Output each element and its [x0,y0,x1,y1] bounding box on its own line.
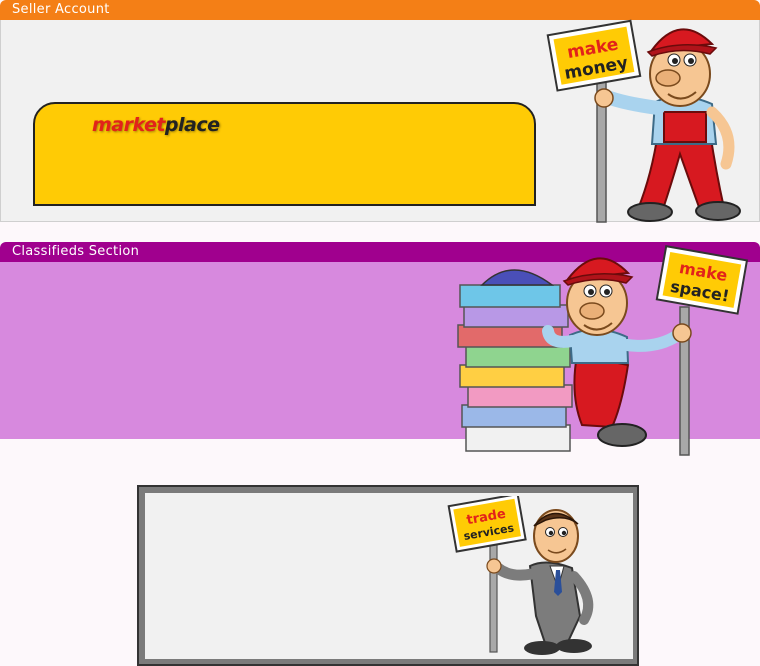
marketplace-logo[interactable]: marketplace [92,114,220,136]
businessman-trade-illustration: trade services [447,496,594,655]
marketplace-logo-place: place [164,114,220,136]
trade-services-sign: trade services [447,496,527,553]
sign-pole [489,535,498,653]
marketplace-logo-market: market [92,114,165,136]
mechanic-money-illustration: make money [546,19,741,223]
magazine-stack [457,269,573,452]
make-space-sign: make space! [655,245,749,315]
mechanic-space-illustration: make space! [457,245,749,456]
make-money-sign: make money [546,19,642,92]
